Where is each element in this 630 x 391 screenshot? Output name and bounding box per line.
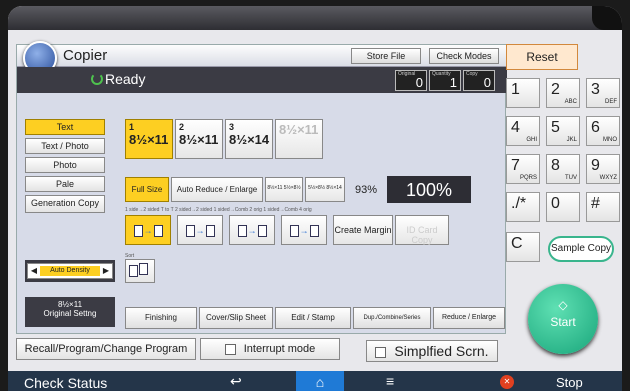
tab-reduce-enlarge[interactable]: Reduce / Enlarge	[433, 307, 505, 329]
key-8[interactable]: 8 TUV	[546, 154, 580, 184]
paper-bypass[interactable]: 8½×11	[275, 119, 323, 159]
mode-pale[interactable]: Pale	[25, 176, 105, 192]
menu-icon[interactable]: ≡	[386, 373, 394, 389]
page-title: Copier	[63, 47, 108, 64]
ratio-preset-1[interactable]: 8½×11 5½×8½	[265, 177, 303, 202]
combine-4-button[interactable]: →	[281, 215, 327, 245]
check-modes-button[interactable]: Check Modes	[429, 48, 499, 64]
ready-icon	[91, 73, 103, 85]
key-5[interactable]: 5 JKL	[546, 116, 580, 146]
copy-counter: Copy 0	[463, 70, 495, 91]
top-bar	[8, 6, 622, 30]
key-1[interactable]: 1	[506, 78, 540, 108]
start-label: Start	[550, 315, 576, 329]
key-hash[interactable]: #	[586, 192, 620, 222]
bottom-navbar: Check Status ↩ ⌂ ≡ ✕ Stop	[8, 371, 622, 391]
mode-photo[interactable]: Photo	[25, 157, 105, 173]
sample-copy-button[interactable]: Sample Copy	[548, 236, 614, 262]
copier-panel: Copier Store File Check Modes Ready Orig…	[16, 41, 507, 334]
back-icon[interactable]: ↩	[230, 373, 242, 390]
tab-edit-stamp[interactable]: Edit / Stamp	[275, 307, 351, 329]
duplex-labels: 1 side→2 sided T to T 2 sided→2 sided 1 …	[125, 207, 312, 213]
full-size-button[interactable]: Full Size	[125, 177, 169, 202]
status-bar: Ready Original 0 Quantity 1 Copy 0	[17, 67, 507, 93]
copier-screen: Copier Store File Check Modes Ready Orig…	[8, 6, 622, 391]
simplified-screen-button[interactable]: Simplfied Scrn.	[366, 340, 498, 362]
density-decrease-button[interactable]: ◀	[29, 265, 39, 277]
paper-tray-1[interactable]: 1 8½×11	[125, 119, 173, 159]
key-2[interactable]: 2 ABC	[546, 78, 580, 108]
store-file-button[interactable]: Store File	[351, 48, 421, 64]
start-icon: ◇	[558, 298, 568, 312]
density-increase-button[interactable]: ▶	[101, 265, 111, 277]
sort-button[interactable]	[125, 259, 155, 283]
id-card-copy-button[interactable]: ID Card Copy	[395, 215, 449, 245]
panel-header: Copier Store File Check Modes	[17, 41, 507, 75]
key-clear[interactable]: C	[506, 232, 540, 262]
start-button[interactable]: ◇ Start	[528, 284, 598, 354]
original-size: 8½×11	[57, 300, 83, 309]
key-7[interactable]: 7 PQRS	[506, 154, 540, 184]
original-settings-button[interactable]: 8½×11 Original Settng	[25, 297, 115, 327]
simplified-checkbox[interactable]	[375, 346, 387, 358]
interrupt-checkbox[interactable]	[224, 343, 236, 355]
original-counter: Original 0	[395, 70, 427, 91]
key-4[interactable]: 4 GHI	[506, 116, 540, 146]
paper-tray-2[interactable]: 2 8½×11	[175, 119, 223, 159]
duplex-1to2-button[interactable]: →	[125, 215, 171, 245]
key-6[interactable]: 6 MNO	[586, 116, 620, 146]
tab-dup-combine-series[interactable]: Dup./Combine/Series	[353, 307, 431, 329]
tab-finishing[interactable]: Finishing	[125, 307, 197, 329]
auto-reduce-enlarge-button[interactable]: Auto Reduce / Enlarge	[171, 177, 263, 202]
ratio-value[interactable]: 93%	[347, 177, 385, 202]
stop-button[interactable]: Stop	[556, 375, 583, 390]
key-3[interactable]: 3 DEF	[586, 78, 620, 108]
tab-cover-slip-sheet[interactable]: Cover/Slip Sheet	[199, 307, 273, 329]
zoom-percent: 100%	[387, 176, 471, 203]
ratio-preset-2[interactable]: 5½×8½ 8½×14	[305, 177, 345, 202]
paper-tray-3[interactable]: 3 8½×14	[225, 119, 273, 159]
auto-density-button[interactable]: Auto Density	[40, 266, 100, 276]
home-icon[interactable]: ⌂	[296, 371, 344, 391]
mode-text[interactable]: Text	[25, 119, 105, 135]
stop-icon[interactable]: ✕	[500, 375, 514, 389]
density-control: ◀ Auto Density ▶	[25, 260, 115, 282]
key-0[interactable]: 0	[546, 192, 580, 222]
mode-generation-copy[interactable]: Generation Copy	[25, 195, 105, 213]
reset-button[interactable]: Reset	[506, 44, 578, 70]
duplex-2to2-button[interactable]: →	[177, 215, 223, 245]
combine-2-button[interactable]: →	[229, 215, 275, 245]
check-status-button[interactable]: Check Status	[24, 375, 107, 391]
corner-notch	[592, 6, 622, 30]
recall-program-button[interactable]: Recall/Program/Change Program	[16, 338, 196, 360]
key-9[interactable]: 9 WXYZ	[586, 154, 620, 184]
key-dot-star[interactable]: ./*	[506, 192, 540, 222]
mode-text-photo[interactable]: Text / Photo	[25, 138, 105, 154]
quantity-counter: Quantity 1	[429, 70, 461, 91]
ready-status: Ready	[105, 71, 146, 87]
original-settings-label: Original Settng	[43, 309, 97, 318]
interrupt-mode-button[interactable]: Interrupt mode	[200, 338, 340, 360]
create-margin-button[interactable]: Create Margin	[333, 215, 393, 245]
